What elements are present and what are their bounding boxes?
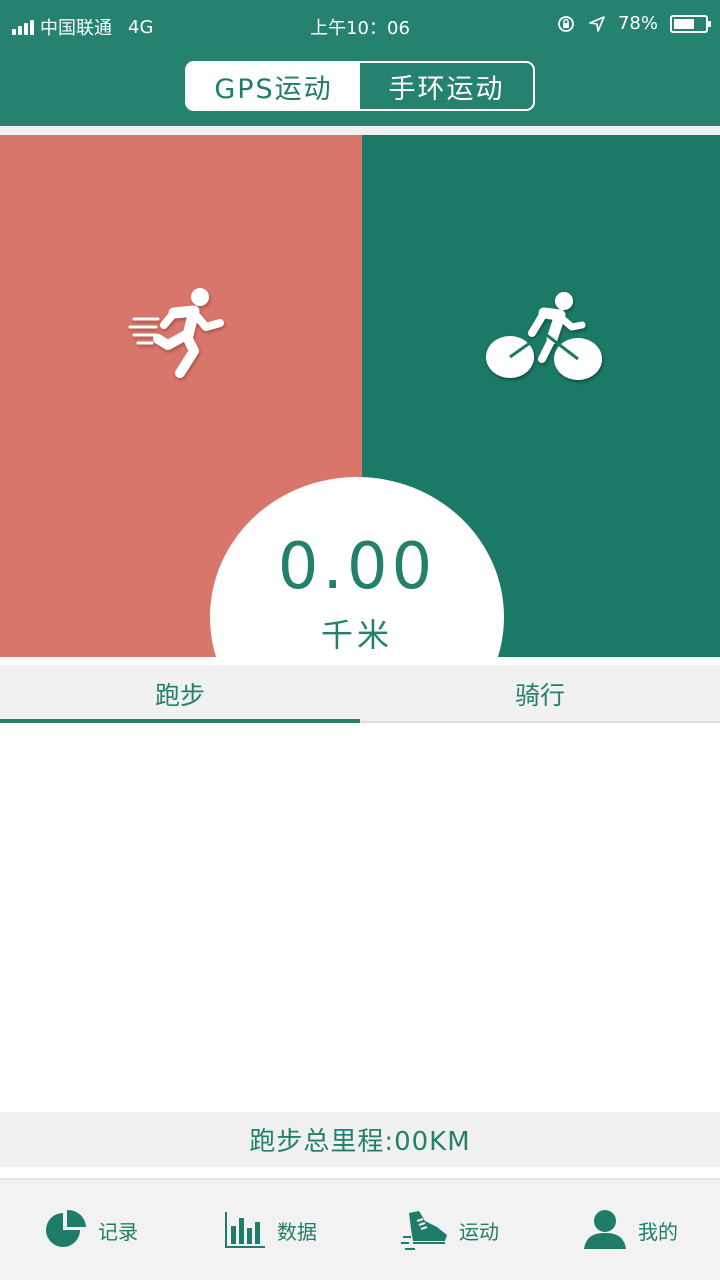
rotation-lock-icon bbox=[558, 15, 574, 32]
nav-data-label: 数据 bbox=[277, 1219, 317, 1244]
mode-segmented-control: GPS运动 手环运动 bbox=[185, 61, 535, 111]
sport-tabs: 跑步 骑行 bbox=[0, 665, 720, 723]
location-icon bbox=[589, 15, 605, 32]
records-list bbox=[0, 723, 720, 1112]
battery-level bbox=[674, 18, 694, 29]
nav-sport[interactable]: 运动 bbox=[360, 1180, 540, 1280]
battery-icon bbox=[670, 14, 711, 33]
nav-mine[interactable]: 我的 bbox=[540, 1180, 720, 1280]
bottom-nav: 记录 数据 运动 我的 bbox=[0, 1178, 720, 1280]
pie-chart-icon bbox=[46, 1209, 86, 1247]
header: GPS运动 手环运动 bbox=[0, 50, 720, 126]
distance-value: 0.00 bbox=[277, 530, 437, 604]
status-right: 78% bbox=[556, 13, 711, 34]
nav-records[interactable]: 记录 bbox=[0, 1180, 180, 1280]
header-divider bbox=[0, 126, 720, 135]
status-bar: 中国联通 4G 上午10：06 78% bbox=[0, 0, 720, 50]
tab-cycling[interactable]: 骑行 bbox=[360, 665, 720, 723]
total-mileage: 跑步总里程:00KM bbox=[0, 1112, 720, 1167]
bar-chart-icon bbox=[225, 1212, 265, 1248]
circle-clip bbox=[0, 657, 720, 665]
running-icon bbox=[128, 288, 224, 378]
user-icon bbox=[584, 1210, 626, 1249]
cycling-icon bbox=[486, 292, 602, 380]
distance-unit: 千米 bbox=[320, 616, 393, 654]
sneaker-icon bbox=[401, 1211, 447, 1250]
segment-band-sport[interactable]: 手环运动 bbox=[360, 63, 533, 109]
nav-sport-label: 运动 bbox=[459, 1219, 499, 1244]
tab-running[interactable]: 跑步 bbox=[0, 665, 360, 723]
nav-mine-label: 我的 bbox=[638, 1219, 678, 1244]
nav-data[interactable]: 数据 bbox=[180, 1180, 360, 1280]
segment-gps-sport[interactable]: GPS运动 bbox=[187, 63, 360, 109]
nav-records-label: 记录 bbox=[98, 1219, 138, 1244]
battery-percent: 78% bbox=[617, 13, 658, 34]
